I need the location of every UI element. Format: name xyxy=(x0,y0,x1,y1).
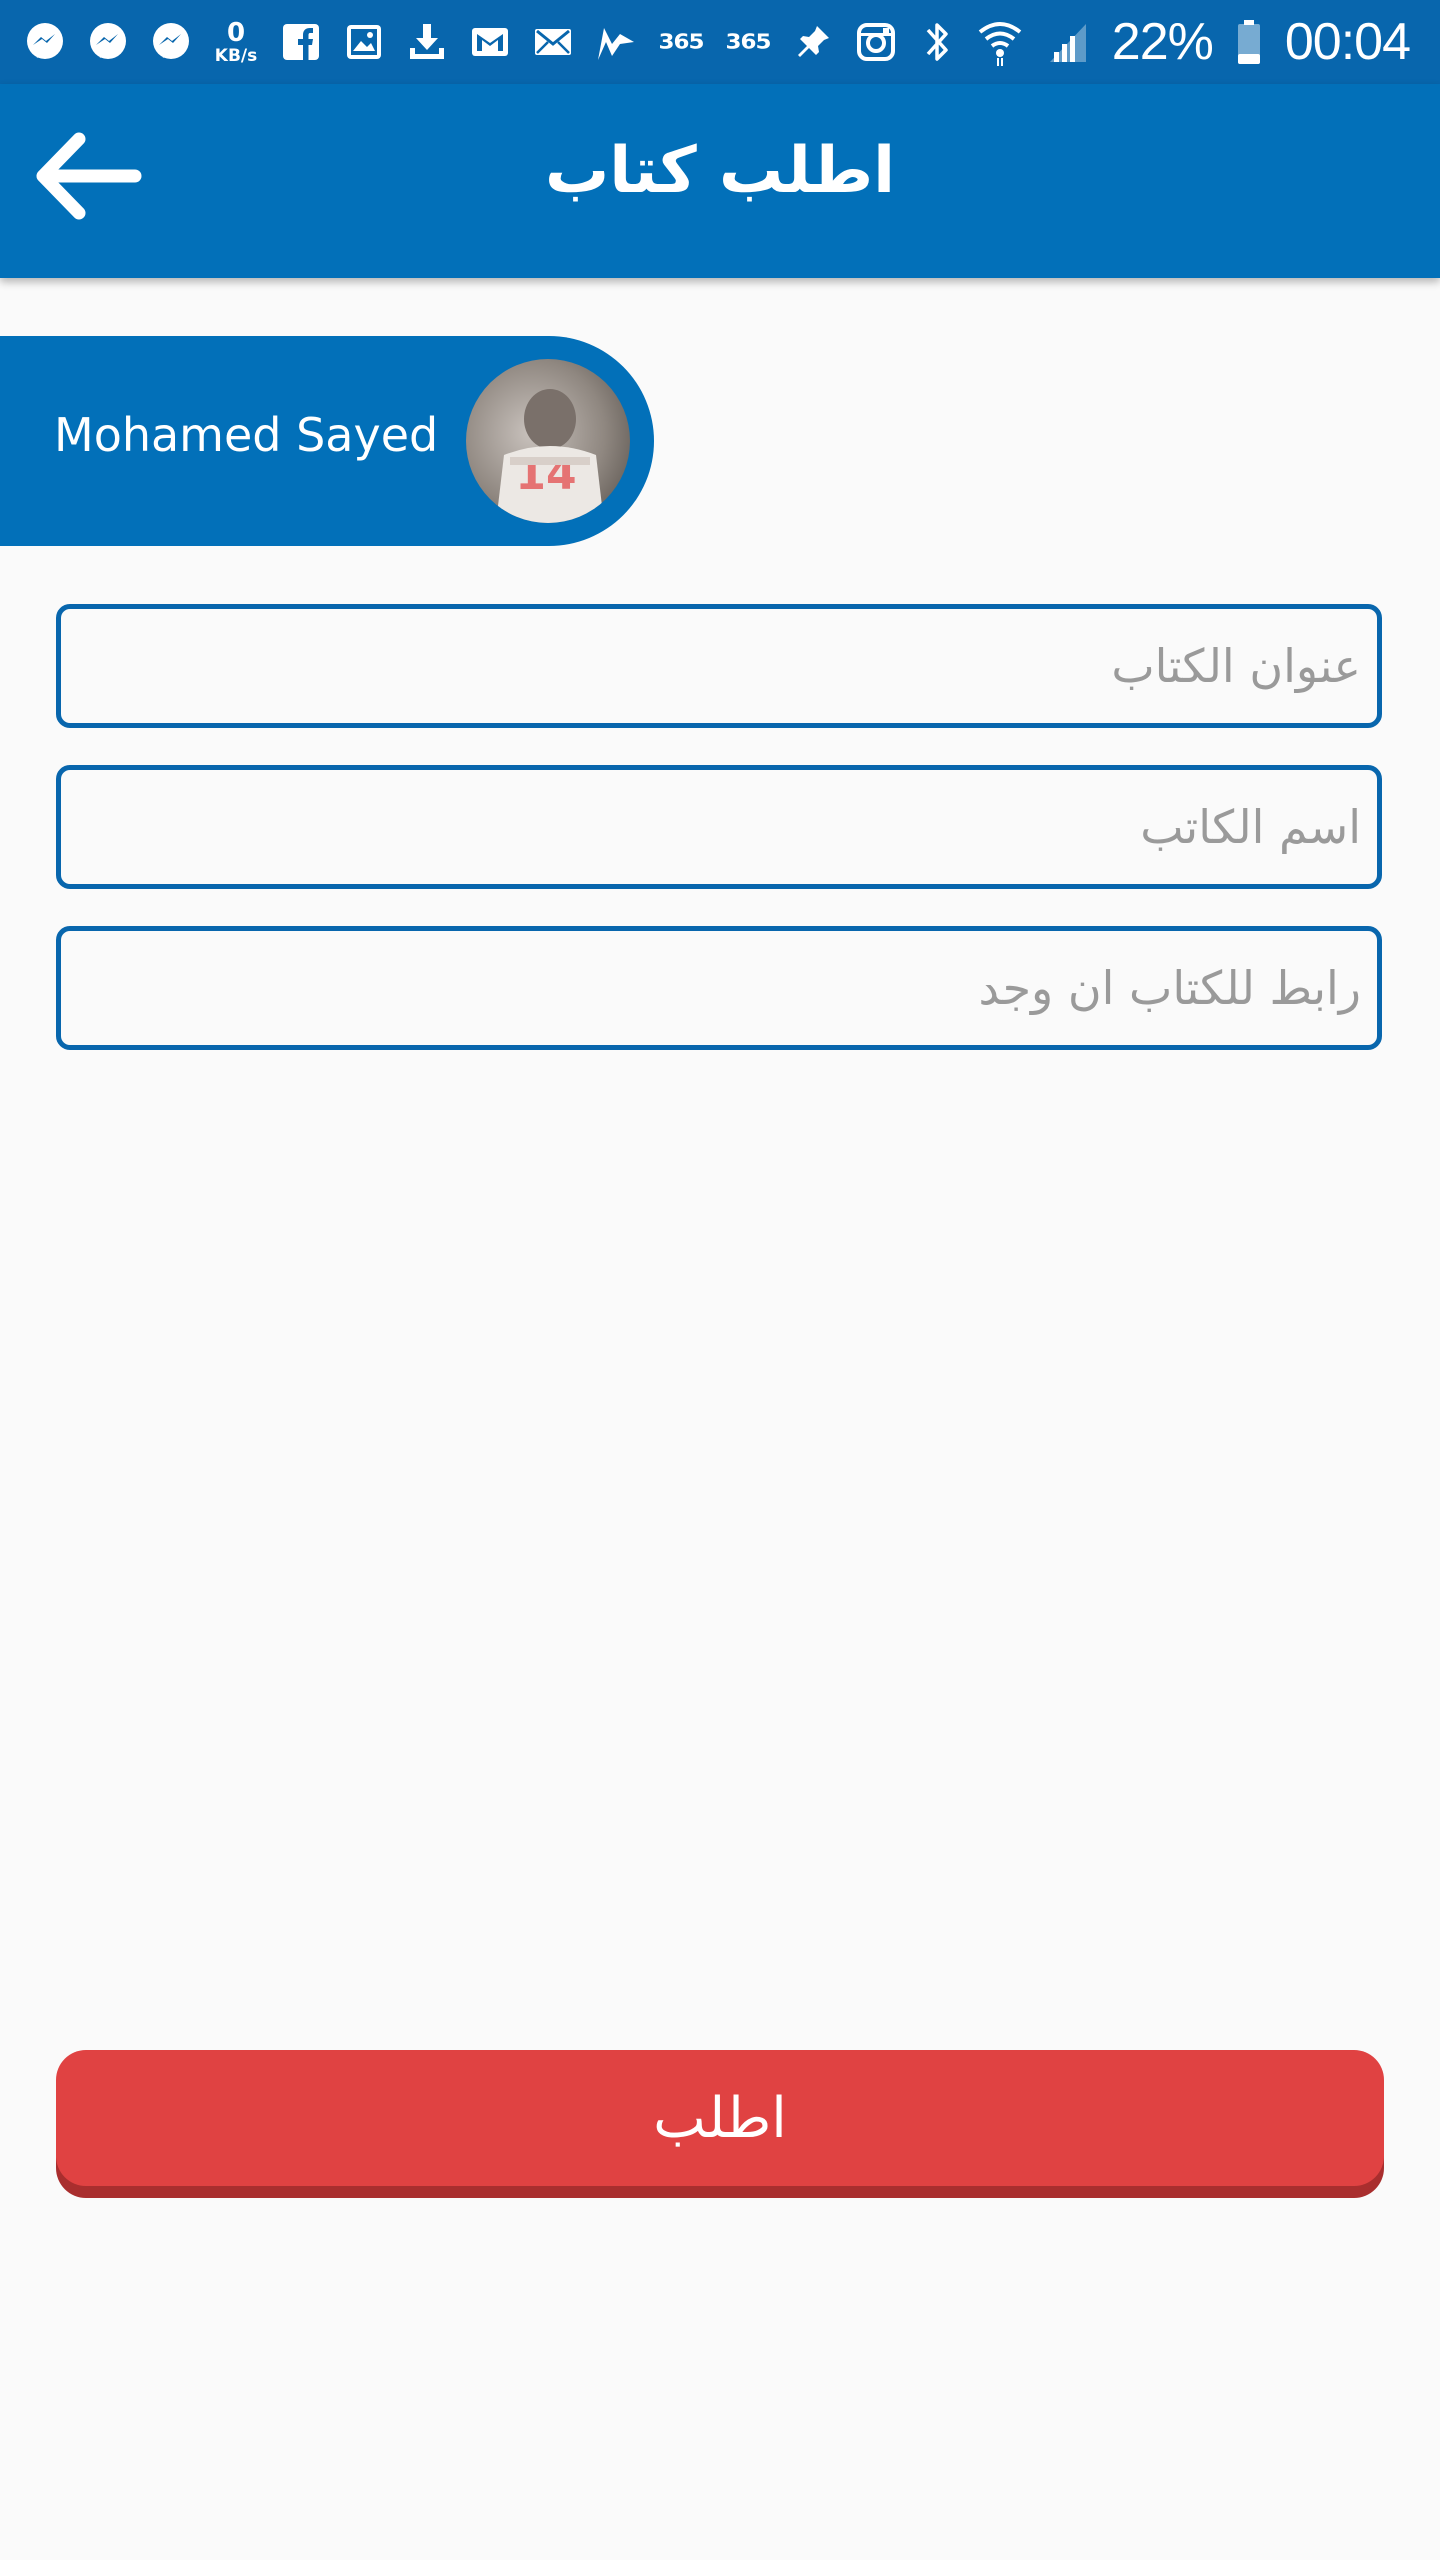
user-name: Mohamed Sayed xyxy=(54,408,439,462)
gmail-icon xyxy=(467,19,513,65)
battery-percent: 22% xyxy=(1111,13,1214,71)
avatar: 14 xyxy=(466,359,630,523)
book-title-field[interactable] xyxy=(56,604,1382,728)
signal-icon xyxy=(1046,16,1090,68)
submit-label: اطلب xyxy=(653,2085,787,2151)
author-name-field[interactable] xyxy=(56,765,1382,889)
author-name-input[interactable] xyxy=(61,770,1377,884)
svg-text:14: 14 xyxy=(515,449,576,500)
book-link-input[interactable] xyxy=(61,931,1377,1045)
wifi-icon xyxy=(976,16,1024,68)
app-365-icon: 365 xyxy=(658,30,704,54)
net-speed-indicator: 0 KB/s xyxy=(211,14,261,70)
net-speed-unit: KB/s xyxy=(214,45,258,66)
clock: 00:04 xyxy=(1284,13,1411,71)
book-link-field[interactable] xyxy=(56,926,1382,1050)
app-365-icon: 365 xyxy=(725,30,771,54)
battery-icon xyxy=(1235,16,1263,68)
screen: 0 KB/s 365 365 22% 00:04 اطلب كتاب Moham… xyxy=(0,0,1440,2560)
gallery-icon xyxy=(341,19,387,65)
system-indicators: 22% 00:04 xyxy=(920,10,1411,74)
net-speed-value: 0 xyxy=(226,17,246,48)
user-profile-chip[interactable]: Mohamed Sayed 14 xyxy=(0,336,654,546)
pin-icon xyxy=(790,19,836,65)
bluetooth-icon xyxy=(920,16,954,68)
status-bar: 0 KB/s 365 365 22% 00:04 xyxy=(0,0,1440,84)
chart-app-icon xyxy=(593,19,639,65)
facebook-icon xyxy=(278,19,324,65)
email-icon xyxy=(530,19,576,65)
notification-icons: 0 KB/s 365 365 xyxy=(22,14,899,70)
messenger-icon xyxy=(22,19,68,65)
download-icon xyxy=(404,19,450,65)
submit-request-button[interactable]: اطلب xyxy=(56,2050,1384,2186)
app-bar: اطلب كتاب xyxy=(0,84,1440,278)
messenger-icon xyxy=(85,19,131,65)
messenger-icon xyxy=(148,19,194,65)
instagram-icon xyxy=(853,19,899,65)
book-title-input[interactable] xyxy=(61,609,1377,723)
page-title: اطلب كتاب xyxy=(544,134,896,208)
